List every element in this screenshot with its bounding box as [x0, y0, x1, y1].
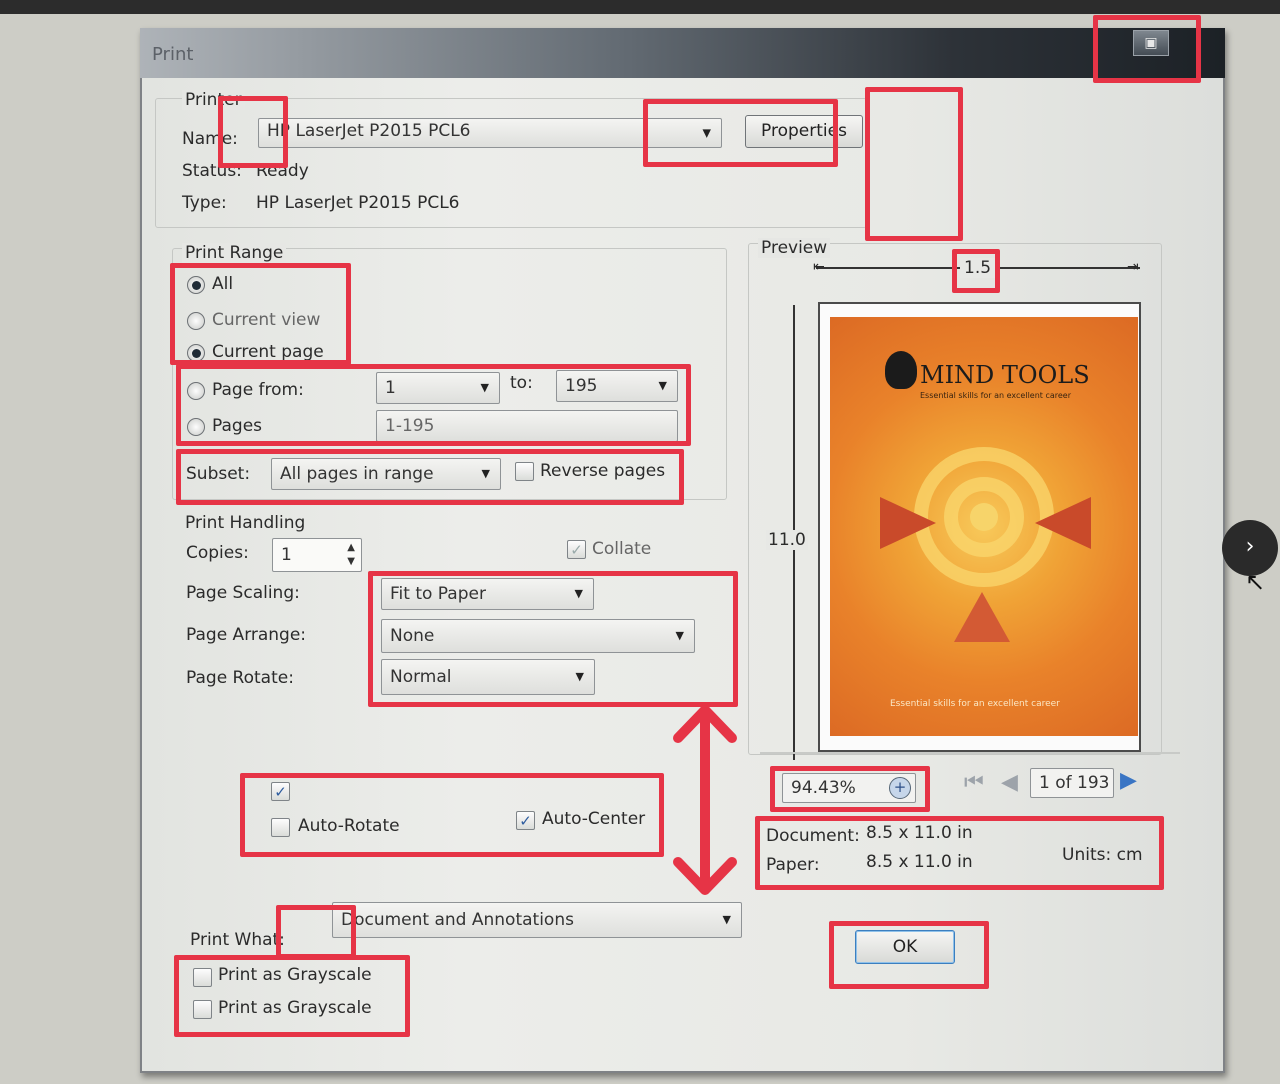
prev-page-icon[interactable]: ◀ [1001, 770, 1018, 795]
arrow-right-shape [1035, 497, 1091, 549]
printer-name-value: HP LaserJet P2015 PCL6 [267, 121, 471, 141]
annotation-box-page-range [176, 364, 691, 446]
preview-divider [760, 752, 1180, 754]
preview-height-value: 11.0 [766, 530, 808, 550]
cover-brand: MIND TOOLS [920, 361, 1090, 389]
annotation-box-empty-area [865, 87, 963, 241]
annotation-box-subset [176, 449, 684, 505]
annotation-box-range-radios [170, 263, 351, 365]
top-dark-strip [0, 0, 1280, 14]
page-arrange-label: Page Arrange: [186, 625, 307, 645]
annotation-box-width [952, 249, 1000, 293]
cover-tagline: Essential skills for an excellent career [920, 391, 1072, 400]
first-page-icon[interactable]: ⏮ [964, 770, 984, 795]
mouse-cursor-icon: ↖ [1245, 568, 1266, 596]
print-what-select[interactable]: Document and Annotations [332, 902, 742, 938]
printer-type-value: HP LaserJet P2015 PCL6 [256, 193, 460, 213]
print-handling-label: Print Handling [185, 513, 306, 533]
page-indicator[interactable]: 1 of 193 [1030, 768, 1114, 798]
annotation-box-sizes [755, 816, 1164, 890]
print-what-value: Document and Annotations [341, 910, 574, 930]
annotation-box-zoom [770, 766, 930, 812]
printer-type-label: Type: [182, 193, 227, 213]
preview-cover-image: MIND TOOLS Essential skills for an excel… [830, 317, 1138, 736]
print-range-label: Print Range [182, 243, 287, 263]
title-bar[interactable] [140, 28, 1225, 78]
collate-checkbox[interactable]: ✓ [567, 540, 586, 559]
copies-stepper[interactable]: 1 ▲ ▼ [272, 538, 362, 572]
page-scaling-label: Page Scaling: [186, 583, 300, 603]
right-arrow-icon: ⇥ [1127, 259, 1139, 275]
dialog-title: Print [152, 44, 194, 65]
annotation-box-name [218, 96, 288, 168]
annotation-box-dropdown-properties [643, 99, 838, 167]
target-center [970, 503, 998, 531]
annotation-box-auto [240, 773, 664, 857]
annotation-box-maximize [1093, 15, 1201, 83]
arrow-up-shape [954, 592, 1010, 642]
preview-label: Preview [758, 238, 831, 258]
page-rotate-label: Page Rotate: [186, 668, 294, 688]
stepper-arrows-icon[interactable]: ▲ ▼ [347, 541, 355, 569]
next-page-icon[interactable]: ▶ [1120, 768, 1137, 793]
annotation-box-ok [829, 921, 989, 989]
annotation-box-grayscale [174, 955, 410, 1037]
copies-value: 1 [281, 545, 292, 565]
left-arrow-icon: ⇤ [813, 259, 825, 275]
copies-label: Copies: [186, 543, 249, 563]
collate-label: Collate [592, 539, 652, 559]
arrow-left-shape [880, 497, 936, 549]
head-logo-icon [885, 351, 917, 389]
print-what-label: Print What: [190, 930, 285, 950]
annotation-box-scaling [368, 571, 738, 707]
annotation-double-arrow [673, 705, 737, 895]
annotation-box-print-what [276, 905, 356, 959]
cover-footer: Essential skills for an excellent career [890, 699, 1060, 709]
